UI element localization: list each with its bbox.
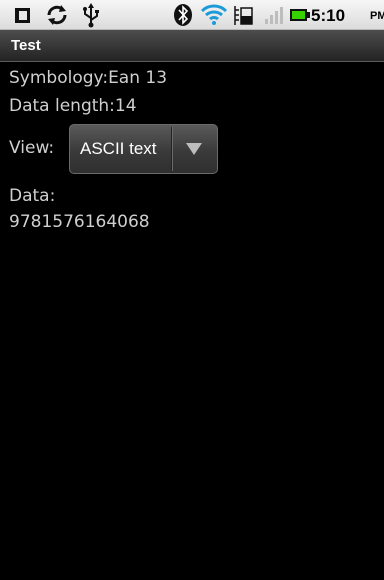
battery-level [292, 11, 305, 19]
spinner-divider [171, 127, 172, 171]
sync-icon [47, 5, 67, 25]
data-length-text: Data length:14 [9, 96, 137, 116]
signal-icon [265, 7, 283, 24]
battery-icon [290, 9, 310, 21]
usb-icon [83, 3, 99, 28]
data-value: 9781576164068 [9, 212, 150, 232]
data-transfer-icon [234, 6, 253, 25]
view-spinner-value: ASCII text [80, 139, 157, 158]
view-label: View: [9, 138, 55, 158]
title-bar: Test [0, 30, 384, 62]
symbology-text: Symbology:Ean 13 [9, 68, 168, 88]
status-time: 5:10 [311, 6, 346, 25]
status-ampm: PM [370, 10, 384, 22]
wifi-icon [200, 4, 228, 25]
view-spinner[interactable]: ASCII text [69, 124, 218, 174]
notification-icon [15, 8, 30, 23]
dropdown-arrow-icon [186, 143, 202, 155]
app-title: Test [11, 37, 41, 54]
data-label: Data: [9, 186, 56, 206]
status-bar: 5:10 PM [0, 0, 384, 30]
bluetooth-icon [174, 4, 192, 26]
